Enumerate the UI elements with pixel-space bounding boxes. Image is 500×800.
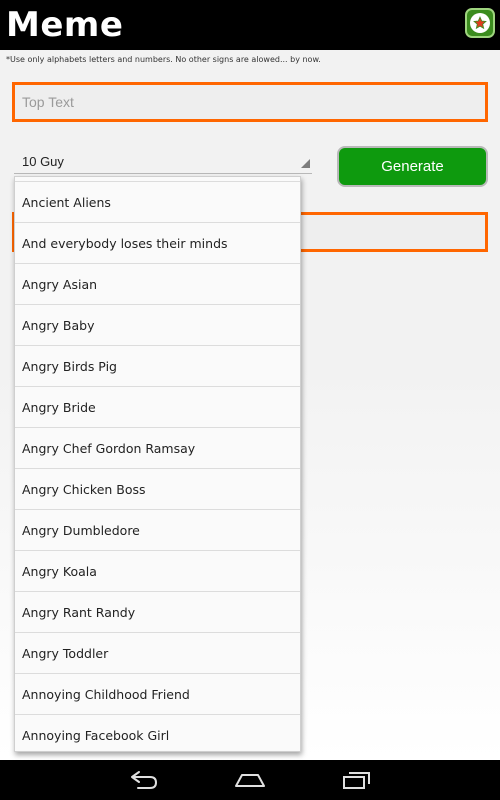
action-bar: Meme — [0, 0, 500, 50]
favorites-button[interactable] — [465, 8, 495, 38]
template-dropdown[interactable]: Ancient Aliens And everybody loses their… — [14, 176, 301, 752]
dropdown-list: Ancient Aliens And everybody loses their… — [15, 182, 300, 751]
dropdown-item[interactable]: Angry Chicken Boss — [15, 469, 300, 510]
dropdown-item[interactable]: Angry Koala — [15, 551, 300, 592]
system-nav-bar — [0, 760, 500, 800]
dropdown-item[interactable]: And everybody loses their minds — [15, 223, 300, 264]
recents-icon — [343, 772, 370, 789]
dropdown-item[interactable]: Angry Asian — [15, 264, 300, 305]
dropdown-item[interactable]: Angry Birds Pig — [15, 346, 300, 387]
back-button[interactable] — [124, 766, 164, 794]
app-title: Meme — [6, 5, 124, 45]
spinner-selected-value: 10 Guy — [22, 154, 64, 169]
spinner-underline — [14, 173, 312, 174]
input-hint: *Use only alphabets letters and numbers.… — [6, 55, 321, 64]
dropdown-item[interactable]: Angry Dumbledore — [15, 510, 300, 551]
dropdown-item[interactable]: Angry Baby — [15, 305, 300, 346]
back-icon — [131, 771, 157, 789]
dropdown-item[interactable]: Angry Rant Randy — [15, 592, 300, 633]
home-button[interactable] — [230, 766, 270, 794]
meme-template-spinner[interactable]: 10 Guy — [14, 147, 312, 177]
dropdown-item[interactable]: Annoying Facebook Girl — [15, 715, 300, 751]
dropdown-item[interactable]: Annoying Childhood Friend — [15, 674, 300, 715]
dropdown-item[interactable]: Angry Toddler — [15, 633, 300, 674]
recents-button[interactable] — [337, 766, 377, 794]
spinner-arrow-icon — [301, 159, 310, 168]
top-text-input[interactable] — [12, 82, 488, 122]
star-icon — [470, 13, 490, 33]
generate-button[interactable]: Generate — [337, 146, 488, 187]
dropdown-item[interactable]: Angry Bride — [15, 387, 300, 428]
home-icon — [235, 774, 265, 787]
dropdown-item[interactable]: Ancient Aliens — [15, 182, 300, 223]
dropdown-item[interactable]: Angry Chef Gordon Ramsay — [15, 428, 300, 469]
